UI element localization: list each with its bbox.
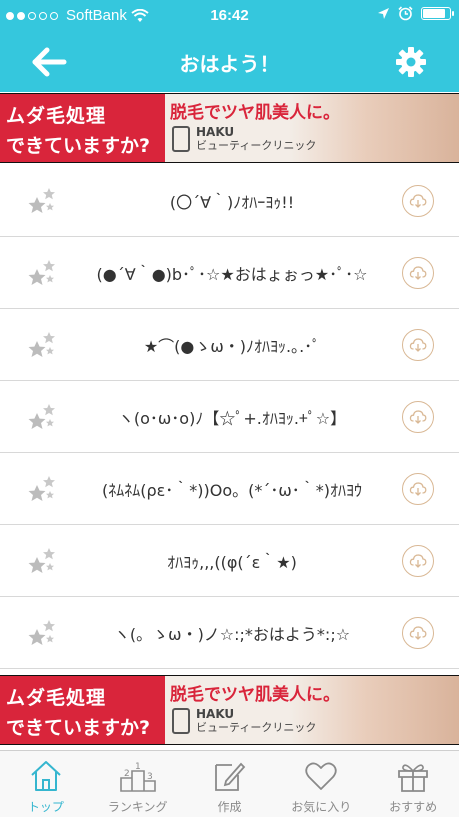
banner-line2: できていますか? — [6, 717, 151, 739]
tab-label: 作成 — [217, 800, 242, 814]
banner-line2: できていますか? — [6, 135, 151, 157]
page-title: おはよう！ — [179, 52, 280, 76]
brand-name: HAKU — [196, 125, 235, 139]
brand-logo-icon — [172, 708, 190, 734]
gift-icon — [398, 764, 428, 792]
cloud-download-icon[interactable] — [402, 473, 434, 505]
list-item[interactable]: ★⌒(●ゝω・)ﾉｵﾊﾖｯ.｡.･ﾟ — [0, 309, 459, 381]
location-arrow-icon — [378, 8, 389, 19]
ad-banner-bottom[interactable]: ムダ毛処理 できていますか? 脱毛でツヤ肌美人に。 HAKU ビューティークリニ… — [0, 675, 459, 745]
emoticon-text: ｵﾊﾖｩ,,,((φ(´ε｀★) — [167, 553, 297, 572]
list-item[interactable]: ヽ(。ゝω・)ノ☆:;*おはよう*:;☆ — [0, 597, 459, 669]
ad-banner-top[interactable]: ムダ毛処理 できていますか? 脱毛でツヤ肌美人に。 HAKU ビューティークリニ… — [0, 93, 459, 163]
cloud-download-icon[interactable] — [402, 329, 434, 361]
emoticon-text: (〇´∀｀)ﾉｵﾊｰﾖｩ!! — [169, 193, 295, 212]
tab-label: トップ — [27, 800, 64, 814]
list-item[interactable]: (ﾈﾑﾈﾑ(ρε･｀*))Oo。(*´･ω･｀*)ｵﾊﾖｳ — [0, 453, 459, 525]
banner-brand: HAKU ビューティークリニック — [172, 708, 316, 734]
svg-text:3: 3 — [147, 772, 153, 782]
sparkle-stars-icon — [24, 545, 60, 577]
home-icon — [31, 761, 61, 791]
list-item[interactable]: ｵﾊﾖｩ,,,((φ(´ε｀★) — [0, 525, 459, 597]
list-item[interactable]: (●´∀｀●)b･ﾟ･☆★おはょぉっ★･ﾟ･☆ — [0, 237, 459, 309]
emoticon-text: ★⌒(●ゝω・)ﾉｵﾊﾖｯ.｡.･ﾟ — [143, 337, 321, 356]
brand-subtitle: ビューティークリニック — [196, 721, 317, 734]
tab-bar: トップ 1 2 3 ランキング 作成 お気に入り おすすめ — [0, 750, 459, 817]
tab-recommended[interactable]: おすすめ — [367, 751, 459, 817]
sparkle-stars-icon — [24, 473, 60, 505]
list-item[interactable]: (〇´∀｀)ﾉｵﾊｰﾖｩ!! — [0, 165, 459, 237]
sparkle-stars-icon — [24, 401, 60, 433]
emoticon-text: (ﾈﾑﾈﾑ(ρε･｀*))Oo。(*´･ω･｀*)ｵﾊﾖｳ — [101, 481, 363, 500]
banner-line1: ムダ毛処理 — [6, 687, 107, 709]
cloud-download-icon[interactable] — [402, 257, 434, 289]
banner-headline: 脱毛でツヤ肌美人に。 — [170, 685, 340, 705]
banner-red-panel: ムダ毛処理 できていますか? — [0, 94, 165, 162]
cloud-download-icon[interactable] — [402, 185, 434, 217]
emoticon-text: (●´∀｀●)b･ﾟ･☆★おはょぉっ★･ﾟ･☆ — [96, 265, 368, 284]
banner-headline: 脱毛でツヤ肌美人に。 — [170, 103, 340, 123]
banner-red-panel: ムダ毛処理 できていますか? — [0, 676, 165, 744]
cloud-download-icon[interactable] — [402, 401, 434, 433]
tab-create[interactable]: 作成 — [184, 751, 276, 817]
heart-icon — [305, 762, 337, 790]
alarm-clock-icon — [398, 6, 413, 21]
banner-brand: HAKU ビューティークリニック — [172, 126, 316, 152]
tab-label: おすすめ — [389, 800, 438, 814]
tab-top[interactable]: トップ — [0, 751, 92, 817]
compose-icon — [215, 762, 246, 791]
brand-name: HAKU — [196, 707, 235, 721]
navigation-bar: おはよう！ — [0, 32, 459, 92]
gear-icon[interactable] — [394, 45, 428, 79]
tab-label: お気に入り — [291, 800, 352, 814]
brand-logo-icon — [172, 126, 190, 152]
svg-text:2: 2 — [124, 769, 130, 779]
emoticon-list: (〇´∀｀)ﾉｵﾊｰﾖｩ!! (●´∀｀●)b･ﾟ･☆★おはょぉっ★･ﾟ･☆ ★⌒(… — [0, 165, 459, 669]
cloud-download-icon[interactable] — [402, 617, 434, 649]
battery-icon — [421, 7, 454, 20]
list-item[interactable]: ヽ(o･ω･o)ﾉ【☆ﾟ+.ｵﾊﾖｯ.+ﾟ☆】 — [0, 381, 459, 453]
tab-label: ランキング — [107, 800, 168, 814]
brand-subtitle: ビューティークリニック — [196, 139, 317, 152]
sparkle-stars-icon — [24, 329, 60, 361]
tab-ranking[interactable]: 1 2 3 ランキング — [92, 751, 184, 817]
cloud-download-icon[interactable] — [402, 545, 434, 577]
banner-line1: ムダ毛処理 — [6, 105, 107, 127]
status-bar: SoftBank 16:42 — [0, 0, 459, 32]
sparkle-stars-icon — [24, 617, 60, 649]
sparkle-stars-icon — [24, 185, 60, 217]
svg-text:1: 1 — [135, 762, 141, 772]
sparkle-stars-icon — [24, 257, 60, 289]
ranking-podium-icon: 1 2 3 — [119, 762, 156, 792]
emoticon-text: ヽ(。ゝω・)ノ☆:;*おはよう*:;☆ — [113, 625, 351, 644]
emoticon-text: ヽ(o･ω･o)ﾉ【☆ﾟ+.ｵﾊﾖｯ.+ﾟ☆】 — [117, 409, 347, 428]
tab-favorites[interactable]: お気に入り — [275, 751, 367, 817]
